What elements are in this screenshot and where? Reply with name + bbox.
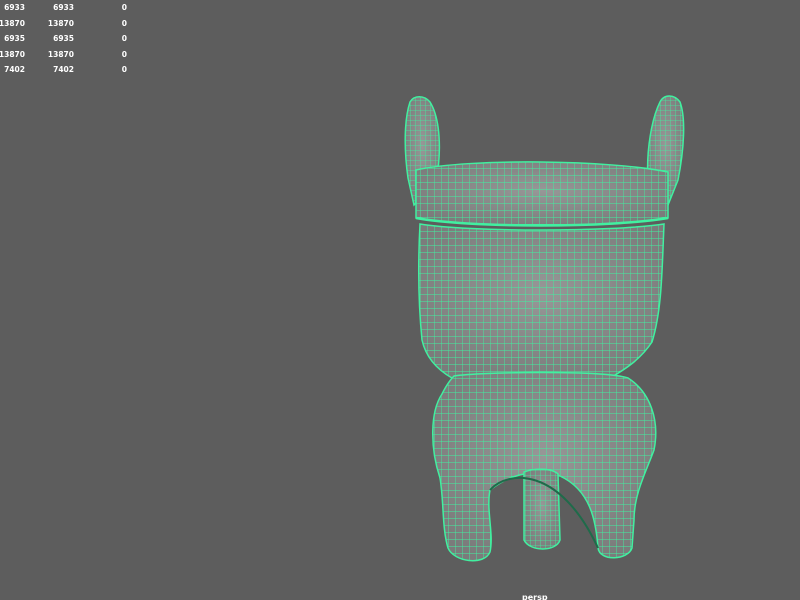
camera-name-label: persp (522, 593, 548, 600)
bowl-body-mesh (417, 223, 665, 379)
bowl-rim-mesh (415, 161, 669, 227)
mesh-shell[interactable] (404, 95, 685, 562)
center-leg-mesh (523, 468, 561, 550)
3d-viewport[interactable]: 6933 6933 0 13870 13870 0 6935 6935 0 13… (0, 0, 800, 600)
cauldron-wireframe-model[interactable] (0, 0, 800, 600)
